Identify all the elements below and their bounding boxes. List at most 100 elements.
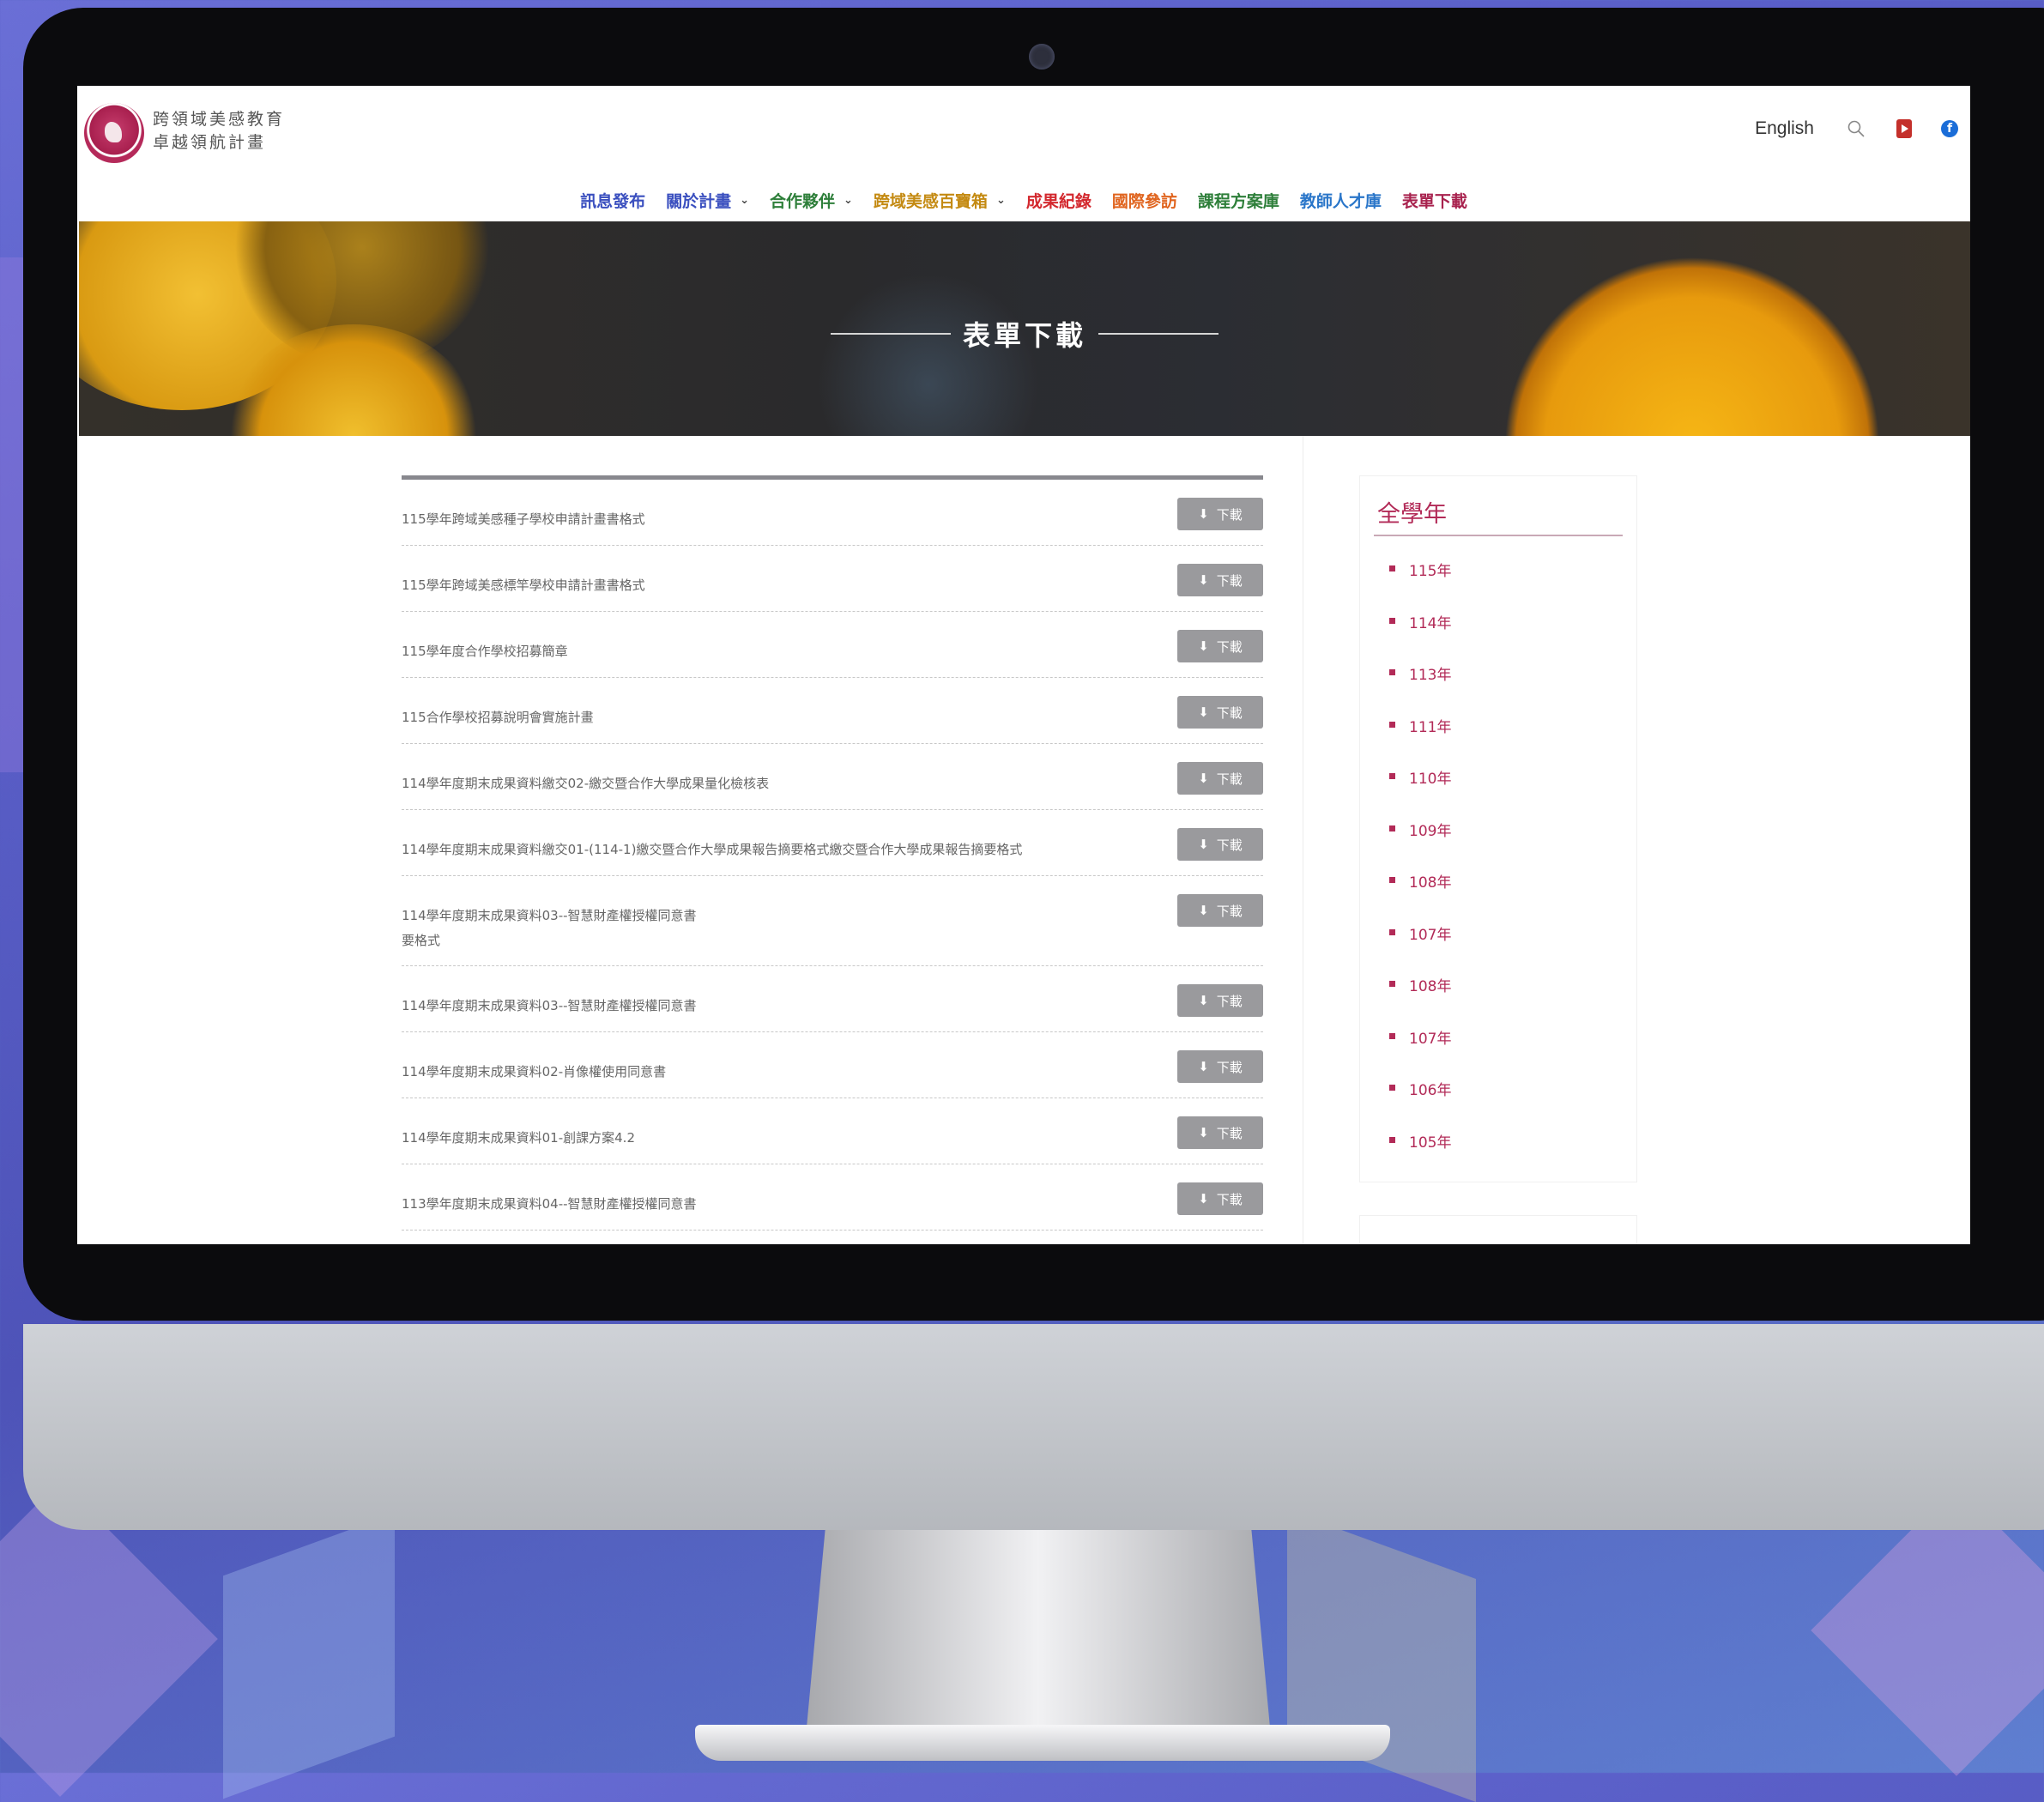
bullet-icon [1389, 773, 1395, 779]
nav-item-label: 跨域美感百寶箱 [873, 191, 988, 211]
download-button-label: 下載 [1216, 1060, 1243, 1075]
nav-item[interactable]: 關於計畫 ⌄ [666, 182, 749, 219]
download-item-name[interactable]: 115學年度合作學校招募簡章 [402, 639, 1140, 664]
download-button[interactable]: ⬇ 下載 [1177, 828, 1263, 861]
page-title-text: 表單下載 [962, 319, 1086, 352]
year-filter-link[interactable]: 108年 [1389, 974, 1451, 1026]
year-label: 111年 [1409, 718, 1452, 736]
nav-item[interactable]: 教師人才庫 [1300, 182, 1382, 219]
logo-line-1: 跨領域美感教育 [153, 110, 286, 129]
download-button[interactable]: ⬇ 下載 [1177, 1050, 1263, 1083]
year-filter-link[interactable]: 106年 [1389, 1078, 1451, 1130]
facebook-icon[interactable]: f [1941, 120, 1958, 137]
year-filter-link[interactable]: 108年 [1389, 870, 1451, 922]
download-item-name[interactable]: 115學年跨域美感種子學校申請計畫書格式 [402, 507, 1140, 532]
nav-item[interactable]: 跨域美感百寶箱 ⌄ [874, 182, 1006, 219]
year-filter-link[interactable]: 111年 [1389, 715, 1451, 767]
download-item-name[interactable]: 114學年度期末成果資料03--智慧財產權授權同意書 要格式 [402, 904, 1140, 953]
download-button-label: 下載 [1216, 771, 1243, 787]
page-banner: 表單下載 [79, 221, 1970, 436]
download-row: 114學年度期末成果資料繳交01-(114-1)繳交暨合作大學成果報告摘要格式繳… [402, 810, 1263, 876]
download-item-name[interactable]: 114學年度期末成果資料繳交01-(114-1)繳交暨合作大學成果報告摘要格式繳… [402, 838, 1140, 862]
title-rule-right [1098, 333, 1219, 335]
download-row: 115學年跨域美感標竿學校申請計畫書格式 ⬇ 下載 [402, 546, 1263, 612]
year-filter-link[interactable]: 110年 [1389, 766, 1451, 819]
nav-item-label: 教師人才庫 [1299, 191, 1382, 211]
download-button-label: 下載 [1216, 994, 1243, 1009]
year-filter-link[interactable]: 115年 [1389, 559, 1451, 611]
download-arrow-icon: ⬇ [1198, 994, 1209, 1008]
download-button[interactable]: ⬇ 下載 [1177, 498, 1263, 530]
nav-item-label: 國際參訪 [1111, 191, 1177, 211]
download-button[interactable]: ⬇ 下載 [1177, 894, 1263, 927]
download-button[interactable]: ⬇ 下載 [1177, 564, 1263, 596]
download-item-name[interactable]: 114學年度期末成果資料繳交02-繳交暨合作大學成果量化檢核表 [402, 771, 1140, 796]
download-row: 114學年度期末成果資料03--智慧財產權授權同意書 ⬇ 下載 [402, 966, 1263, 1032]
download-arrow-icon: ⬇ [1198, 573, 1209, 588]
chevron-down-icon[interactable]: ⌄ [996, 194, 1006, 207]
chevron-down-icon[interactable]: ⌄ [740, 194, 749, 207]
download-arrow-icon: ⬇ [1198, 1126, 1209, 1140]
year-filter-link[interactable]: 105年 [1389, 1130, 1451, 1182]
year-filter-link[interactable]: 109年 [1389, 819, 1451, 871]
nav-item[interactable]: 國際參訪 [1112, 182, 1177, 219]
year-label: 106年 [1409, 1082, 1452, 1099]
download-button-label: 下載 [1216, 1192, 1243, 1207]
nav-item[interactable]: 訊息發布 [580, 182, 645, 219]
bullet-icon [1389, 981, 1395, 987]
bullet-icon [1389, 721, 1395, 728]
banner-bokeh [817, 273, 1040, 436]
download-button[interactable]: ⬇ 下載 [1177, 1182, 1263, 1215]
download-button[interactable]: ⬇ 下載 [1177, 984, 1263, 1017]
download-row: 114學年度期末成果資料繳交02-繳交暨合作大學成果量化檢核表 ⬇ 下載 [402, 744, 1263, 810]
download-button[interactable]: ⬇ 下載 [1177, 762, 1263, 795]
download-item-name[interactable]: 114學年度期末成果資料03--智慧財產權授權同意書 [402, 994, 1140, 1019]
year-filter-link[interactable]: 107年 [1389, 922, 1451, 975]
download-arrow-icon: ⬇ [1198, 639, 1209, 654]
download-item-name[interactable]: 114學年度期末成果資料02-肖像權使用同意書 [402, 1060, 1140, 1085]
year-filter-link[interactable]: 107年 [1389, 1026, 1451, 1079]
year-filter-link[interactable]: 114年 [1389, 611, 1451, 663]
download-item-name[interactable]: 113學年度期末成果資料04--智慧財產權授權同意書 [402, 1192, 1140, 1217]
download-button[interactable]: ⬇ 下載 [1177, 696, 1263, 729]
download-arrow-icon: ⬇ [1198, 1192, 1209, 1206]
download-button-label: 下載 [1216, 838, 1243, 853]
site-logo-icon[interactable] [84, 103, 144, 163]
download-item-name[interactable]: 115合作學校招募說明會實施計畫 [402, 705, 1140, 730]
site-header: 跨領域美感教育 卓越領航計畫 English f [77, 86, 1970, 176]
header-tools: English f [1755, 112, 1970, 146]
bullet-icon [1389, 825, 1395, 831]
download-list: 115學年跨域美感種子學校申請計畫書格式 ⬇ 下載 115學年跨域美感標竿學校申請計畫… [402, 475, 1263, 1231]
monitor-stand-base [695, 1725, 1390, 1761]
download-button[interactable]: ⬇ 下載 [1177, 630, 1263, 662]
download-arrow-icon: ⬇ [1198, 507, 1209, 522]
year-label: 115年 [1409, 563, 1452, 580]
search-icon[interactable] [1845, 118, 1867, 140]
language-switch-link[interactable]: English [1755, 118, 1814, 139]
year-label: 108年 [1409, 874, 1452, 892]
download-button-label: 下載 [1216, 904, 1243, 919]
nav-item[interactable]: 表單下載 [1393, 182, 1476, 227]
year-filter-sidebar: 全學年 115年 114年 113年 111年 110年 109年 108年 107年 108年… [1359, 475, 1637, 1182]
bullet-icon [1389, 1136, 1395, 1143]
nav-item[interactable]: 成果紀錄 [1026, 182, 1092, 219]
nav-item-label: 成果紀錄 [1025, 191, 1092, 211]
year-filter-link[interactable]: 113年 [1389, 662, 1451, 715]
download-row: 114學年度期末成果資料03--智慧財產權授權同意書 要格式 ⬇ 下載 [402, 876, 1263, 966]
youtube-icon[interactable] [1893, 118, 1915, 140]
site-logo-text[interactable]: 跨領域美感教育 卓越領航計畫 [153, 108, 285, 154]
download-button-label: 下載 [1216, 507, 1243, 523]
nav-item[interactable]: 課程方案庫 [1198, 182, 1279, 219]
bullet-icon [1389, 928, 1395, 935]
download-button[interactable]: ⬇ 下載 [1177, 1116, 1263, 1149]
sidebar-title-rule [1374, 535, 1623, 536]
nav-item[interactable]: 合作夥伴 ⌄ [770, 182, 853, 219]
download-item-name[interactable]: 115學年跨域美感標竿學校申請計畫書格式 [402, 573, 1140, 598]
download-row: 115學年跨域美感種子學校申請計畫書格式 ⬇ 下載 [402, 480, 1263, 546]
download-row: 114學年度期末成果資料01-創課方案4.2 ⬇ 下載 [402, 1098, 1263, 1164]
bullet-icon [1389, 1085, 1395, 1091]
chevron-down-icon[interactable]: ⌄ [844, 194, 853, 207]
download-item-name[interactable]: 114學年度期末成果資料01-創課方案4.2 [402, 1126, 1140, 1151]
website-screen: 跨領域美感教育 卓越領航計畫 English f 訊息發布 關於計畫 ⌄ 合作夥伴 ⌄ 跨… [77, 86, 1970, 1244]
download-button-label: 下載 [1216, 573, 1243, 589]
